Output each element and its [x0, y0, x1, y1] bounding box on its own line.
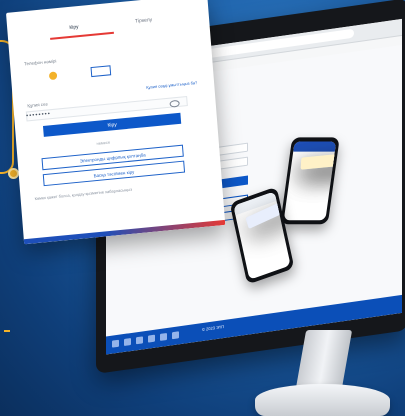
- app-icon[interactable]: [148, 334, 155, 343]
- tab-register[interactable]: Тіркелу: [135, 17, 153, 25]
- phone-header-bar: [293, 141, 337, 152]
- or-divider: немесе: [96, 139, 111, 146]
- taskbar-footer-text: © 2023 ЭҮП: [202, 323, 225, 333]
- forgot-password-link[interactable]: Құпия сөзді ұмыттыңыз ба?: [146, 80, 197, 90]
- flag-icon: [48, 71, 58, 81]
- app-icon[interactable]: [172, 331, 179, 340]
- tab-login[interactable]: Кіру: [69, 24, 79, 31]
- search-icon[interactable]: [124, 338, 131, 346]
- login-card: Кіру Тіркелу Телефон нөмірі Құпия сөзді …: [6, 0, 226, 245]
- app-icon[interactable]: [160, 332, 167, 341]
- monitor-stand-base: [255, 384, 390, 416]
- app-icon[interactable]: [136, 336, 143, 345]
- login-tabs: Кіру Тіркелу: [6, 0, 210, 47]
- taskbar-icons: [112, 331, 179, 348]
- windows-icon[interactable]: [112, 339, 119, 348]
- password-label: Құпия сөз: [27, 101, 48, 109]
- phone-input[interactable]: [48, 58, 189, 81]
- phone-screen: [283, 141, 337, 221]
- phone-label: Телефон нөмірі: [23, 58, 57, 67]
- phone-code-field[interactable]: [90, 65, 112, 78]
- connector-small-tick: [4, 330, 10, 332]
- phone-mockup-back: [280, 137, 340, 225]
- active-tab-underline: [50, 31, 114, 40]
